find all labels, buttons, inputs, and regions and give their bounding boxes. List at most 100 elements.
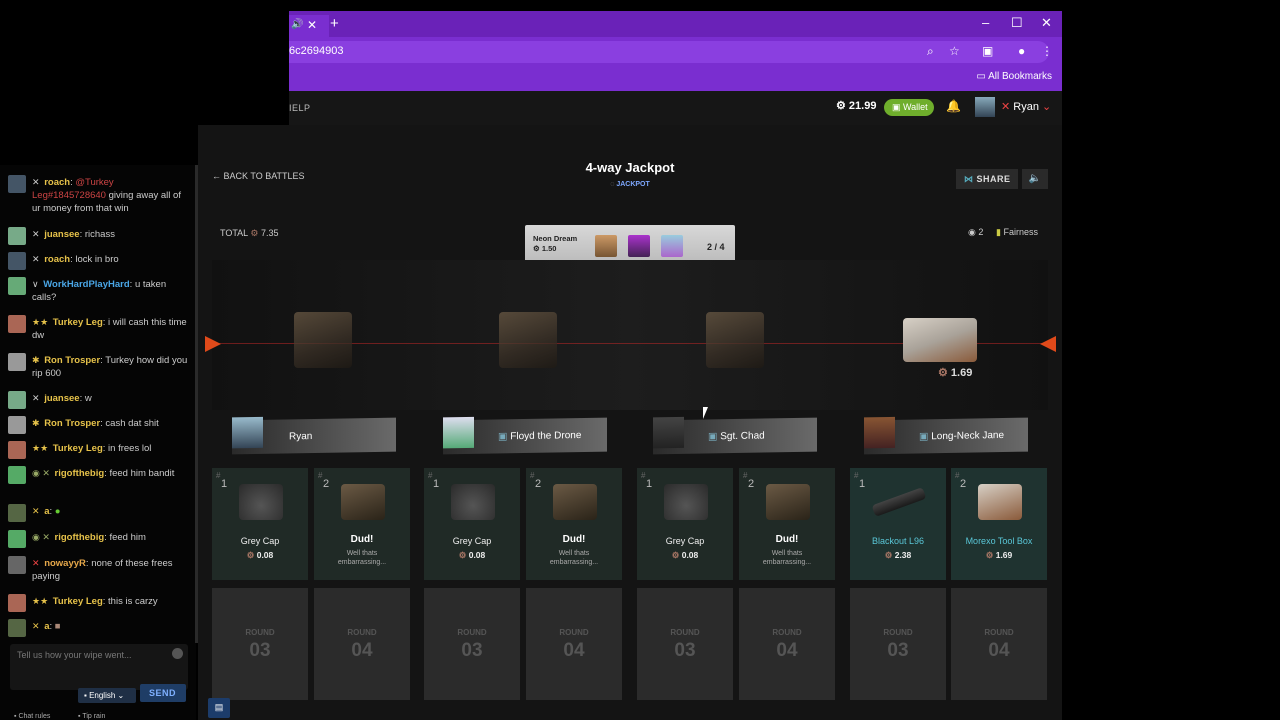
avatar xyxy=(8,252,26,270)
browser-window: 🔊 ✕ + – ☐ ✕ 6c2694903 ⌕ ☆ ▣ ● ⋮ ▭ All Bo… xyxy=(289,11,1062,91)
avatar xyxy=(8,277,26,295)
sound-toggle[interactable]: 🔈 xyxy=(1022,169,1048,189)
rank-icon: ★★ xyxy=(32,317,49,327)
nav-help[interactable]: IELP xyxy=(289,103,311,113)
round-placeholder: ROUND 04 xyxy=(314,588,410,700)
avatar xyxy=(8,175,26,193)
crate-icon xyxy=(553,484,597,520)
rank-icon: ★★ xyxy=(32,596,49,606)
avatar xyxy=(232,416,263,449)
url-text: 6c2694903 xyxy=(289,45,344,57)
address-bar[interactable]: 6c2694903 ⌕ ☆ ▣ ● ⋮ xyxy=(289,41,1053,63)
tip-rain-link[interactable]: ▪ Tip rain xyxy=(78,713,105,720)
scrap-icon: ⚙ xyxy=(671,550,682,560)
item-card: #2 Morexo Tool Box ⚙ 1.69 xyxy=(951,468,1047,580)
rank-icon: ✕ xyxy=(32,254,40,264)
scrap-icon: ⚙ xyxy=(836,100,849,112)
chat-rules-link[interactable]: ▪ Chat rules xyxy=(14,713,50,720)
round-placeholder: ROUND 04 xyxy=(951,588,1047,700)
player-slot[interactable]: Ryan xyxy=(232,416,396,455)
chevron-down-icon: ⌄ xyxy=(1042,101,1052,113)
case-name: Neon Dream xyxy=(533,234,578,243)
bell-icon[interactable]: 🔔 xyxy=(946,99,961,113)
scrap-icon: ⚙ xyxy=(250,228,259,238)
avatar xyxy=(8,556,26,574)
battle-title: 4-way Jackpot xyxy=(585,160,675,175)
avatar xyxy=(8,530,26,548)
language-select[interactable]: ▪ English ⌄ xyxy=(78,688,136,703)
rank-icon: ∨ xyxy=(32,279,39,289)
avatar xyxy=(864,416,895,449)
share-icon: ⋈ xyxy=(964,174,977,184)
send-button[interactable]: SEND xyxy=(140,684,186,702)
item-card: #2 Dud! Well thats embarrassing... xyxy=(314,468,410,580)
item-card: #1 Grey Cap ⚙ 0.08 xyxy=(637,468,733,580)
rank-icon: ✕ xyxy=(32,506,40,516)
avatar xyxy=(653,416,684,449)
close-window-icon[interactable]: ✕ xyxy=(1041,15,1052,31)
player-slot[interactable]: ▣ Long-Neck Jane xyxy=(864,416,1028,455)
tab-close-icon[interactable]: ✕ xyxy=(307,18,317,32)
reel-crate xyxy=(706,312,764,368)
emoji-icon: ■ xyxy=(54,621,61,632)
player-slot[interactable]: ▣ Sgt. Chad xyxy=(653,416,817,455)
player-name: ▣ Long-Neck Jane xyxy=(919,429,1005,443)
avatar[interactable] xyxy=(975,97,995,117)
all-bookmarks[interactable]: ▭ All Bookmarks xyxy=(976,71,1052,82)
rank-icon: ✱ xyxy=(32,418,40,428)
round-placeholder: ROUND 04 xyxy=(739,588,835,700)
round-placeholder: ROUND 03 xyxy=(424,588,520,700)
item-card: #1 Grey Cap ⚙ 0.08 xyxy=(424,468,520,580)
cap-icon xyxy=(451,484,495,520)
arrow-left-icon: ← xyxy=(212,171,224,181)
chat-toggle-icon[interactable]: ▤ xyxy=(208,698,230,718)
chevron-down-icon: ⌄ xyxy=(117,691,125,700)
zoom-icon[interactable]: ⌕ xyxy=(927,44,934,59)
rank-icon: ★★ xyxy=(32,443,49,453)
new-tab-button[interactable]: + xyxy=(330,15,339,32)
rank-icon: ✕ xyxy=(32,229,40,239)
rank-icon: ✱ xyxy=(32,355,40,365)
username[interactable]: ✕ Ryan ⌄ xyxy=(1001,100,1051,113)
wallet-button[interactable]: ▣ Wallet xyxy=(884,99,934,116)
round-placeholder: ROUND 04 xyxy=(526,588,622,700)
steam-icon: ▣ xyxy=(708,431,721,443)
rank-icon: ✕ xyxy=(32,393,40,403)
player-slot[interactable]: ▣ Floyd the Drone xyxy=(443,416,607,455)
profile-icon[interactable]: ● xyxy=(1018,44,1025,58)
scrap-icon: ⚙ xyxy=(458,550,469,560)
share-button[interactable]: ⋈ SHARE xyxy=(956,169,1018,189)
emoji-picker-icon[interactable] xyxy=(172,648,183,659)
bookmark-star-icon[interactable]: ☆ xyxy=(949,44,960,58)
back-to-battles-link[interactable]: ← BACK TO BATTLES xyxy=(212,171,305,181)
mouse-cursor-icon xyxy=(703,407,708,419)
steam-icon: ▣ xyxy=(498,431,511,443)
player-name: ▣ Sgt. Chad xyxy=(708,430,765,443)
avatar xyxy=(8,416,26,434)
avatar xyxy=(8,619,26,637)
eye-icon: ◉ xyxy=(968,227,976,237)
rank-icon: ✕ xyxy=(32,177,40,187)
rank-icon: ✕ xyxy=(1001,101,1014,113)
rifle-icon xyxy=(871,487,927,517)
minimize-icon[interactable]: – xyxy=(982,15,989,30)
wallet-icon: ▣ xyxy=(892,102,904,112)
browser-tab[interactable]: 🔊 ✕ xyxy=(289,15,329,37)
case-thumbnail xyxy=(628,235,650,257)
avatar xyxy=(8,441,26,459)
avatar xyxy=(8,594,26,612)
crate-icon xyxy=(341,484,385,520)
scrap-icon: ⚙ xyxy=(985,550,996,560)
rank-icon: ✕ xyxy=(32,621,40,631)
cast-icon[interactable]: ▣ xyxy=(982,44,993,58)
maximize-icon[interactable]: ☐ xyxy=(1011,15,1023,31)
reel-toolbox xyxy=(903,318,977,362)
round-placeholder: ROUND 03 xyxy=(212,588,308,700)
site-header: IELP ⚙ 21.99 ▣ Wallet 🔔 ✕ Ryan ⌄ xyxy=(289,91,1062,125)
fairness-link[interactable]: ▮ Fairness xyxy=(996,227,1038,238)
menu-icon[interactable]: ⋮ xyxy=(1041,44,1053,58)
avatar xyxy=(8,353,26,371)
avatar xyxy=(8,391,26,409)
player-name: Ryan xyxy=(289,431,313,443)
battle-total: TOTAL ⚙ 7.35 xyxy=(220,228,279,238)
